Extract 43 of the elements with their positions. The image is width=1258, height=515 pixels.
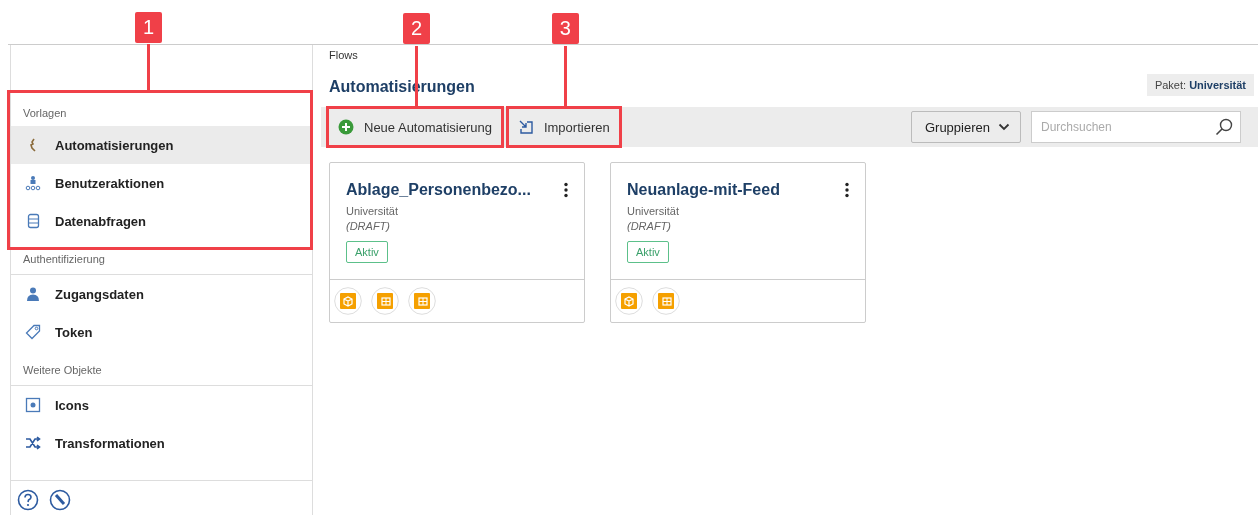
callout-badge: 3 <box>551 13 579 44</box>
hierarchy-icon <box>25 175 41 192</box>
chevron-down-icon <box>998 123 1010 131</box>
card-package: Universität <box>627 205 680 217</box>
package-badge: Paket: Universität <box>1146 74 1254 96</box>
flow-card[interactable]: Ablage_Personenbezo... Universität (DRAFT) Aktiv <box>329 162 585 323</box>
more-options-icon[interactable] <box>564 182 568 198</box>
status-badge: Aktiv <box>346 241 388 263</box>
section-heading: Authentifizierung <box>11 240 312 276</box>
sidebar-item[interactable]: Benutzeraktionen <box>11 164 312 203</box>
search-field[interactable]: Durchsuchen <box>1031 111 1241 143</box>
search-icon[interactable] <box>1215 118 1233 136</box>
breadcrumb[interactable]: Flows <box>329 49 1254 61</box>
callout-line <box>563 46 567 108</box>
card-package: Universität <box>346 205 399 217</box>
section-heading: Weitere Objekte <box>11 351 312 387</box>
pen-icon[interactable] <box>49 489 71 512</box>
sidebar-item[interactable]: Transformationen <box>11 424 312 463</box>
card-title[interactable]: Neuanlage-mit-Feed <box>627 181 780 199</box>
import-icon <box>517 119 534 135</box>
flow-card[interactable]: Neuanlage-mit-Feed Universität (DRAFT) Aktiv <box>610 162 866 323</box>
tag-icon <box>25 324 41 341</box>
sidebar-item[interactable]: Icons <box>11 386 312 425</box>
callout-line <box>147 44 150 91</box>
sidebar-item[interactable]: Datenabfragen <box>11 202 312 241</box>
sidebar-item[interactable]: Token <box>11 313 312 352</box>
card-status: (DRAFT) <box>627 220 672 232</box>
group-dropdown[interactable]: Gruppieren <box>910 111 1021 143</box>
status-badge: Aktiv <box>627 241 669 263</box>
sidebar-item[interactable]: Automatisierungen <box>11 126 312 165</box>
database-icon <box>25 213 41 230</box>
card-title[interactable]: Ablage_Personenbezo... <box>346 181 531 199</box>
plus-icon <box>338 119 354 135</box>
callout-badge: 1 <box>135 12 162 44</box>
callout-badge: 2 <box>402 13 430 44</box>
shuffle-icon <box>25 436 41 451</box>
user-icon <box>25 286 41 303</box>
help-icon[interactable] <box>17 489 39 512</box>
image-icon <box>25 397 41 414</box>
sidebar-item[interactable]: Zugangsdaten <box>11 275 312 314</box>
card-status: (DRAFT) <box>346 220 391 232</box>
section-heading: Vorlagen <box>22 106 68 122</box>
more-options-icon[interactable] <box>845 182 849 198</box>
